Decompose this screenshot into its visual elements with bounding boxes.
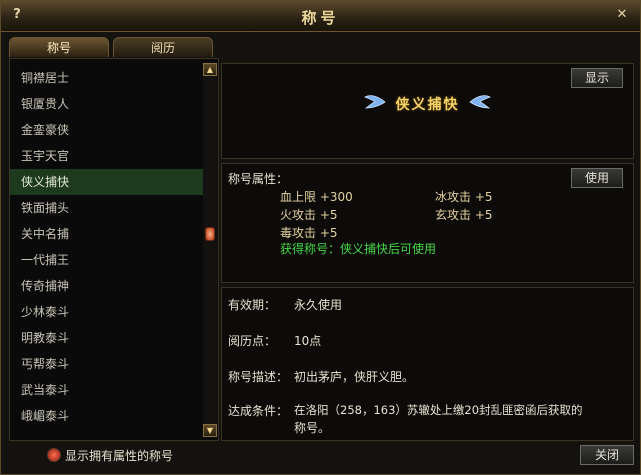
right-wing-icon <box>469 94 492 114</box>
attr-mystic: 玄攻击 +5 <box>435 208 493 222</box>
use-button[interactable]: 使用 <box>571 168 623 188</box>
list-scrollbar[interactable]: ▲ ▼ <box>203 63 217 437</box>
tab-titles[interactable]: 称号 <box>9 37 109 57</box>
list-item[interactable]: 明教泰斗 <box>10 325 204 351</box>
list-item[interactable]: 关中名捕 <box>10 221 204 247</box>
condition-line-2: 称号。 <box>294 421 331 435</box>
list-item[interactable]: 金銮豪侠 <box>10 117 204 143</box>
scroll-down-icon[interactable]: ▼ <box>203 424 217 437</box>
attr-poison: 毒攻击 +5 <box>280 226 338 240</box>
title-window: ? 称号 ✕ 称号 阅历 铜襟居士 银厦贵人 金銮豪侠 玉宇天官 侠义捕快 铁面… <box>0 0 641 475</box>
list-item[interactable]: 铁面捕头 <box>10 195 204 221</box>
list-item[interactable]: 武当泰斗 <box>10 377 204 403</box>
scroll-up-icon[interactable]: ▲ <box>203 63 217 76</box>
description-label: 称号描述： <box>228 370 289 384</box>
validity-value: 永久使用 <box>294 298 343 312</box>
list-item[interactable]: 铜襟居士 <box>10 65 204 91</box>
tab-experience[interactable]: 阅历 <box>113 37 213 57</box>
list-item[interactable]: 银厦贵人 <box>10 91 204 117</box>
obtain-hint: 获得称号：侠义捕快后可使用 <box>280 242 437 256</box>
attr-ice: 冰攻击 +5 <box>435 190 493 204</box>
close-icon[interactable]: ✕ <box>614 7 630 23</box>
title-list-panel: 铜襟居士 银厦贵人 金銮豪侠 玉宇天官 侠义捕快 铁面捕头 关中名捕 一代捕王 … <box>9 58 219 441</box>
list-item[interactable]: 峨嵋泰斗 <box>10 403 204 429</box>
title-badge: 侠义捕快 <box>222 94 633 114</box>
attributes-panel: 称号属性： 使用 血上限 +300 冰攻击 +5 火攻击 +5 玄攻击 +5 毒… <box>221 163 634 283</box>
list-item-selected[interactable]: 侠义捕快 <box>10 169 204 195</box>
attributes-heading: 称号属性： <box>228 172 289 186</box>
badge-text: 侠义捕快 <box>395 97 460 113</box>
list-item[interactable]: 玉宇天官 <box>10 143 204 169</box>
title-list: 铜襟居士 银厦贵人 金銮豪侠 玉宇天官 侠义捕快 铁面捕头 关中名捕 一代捕王 … <box>10 65 204 429</box>
points-value: 10点 <box>294 334 322 348</box>
close-button[interactable]: 关闭 <box>580 445 634 465</box>
attr-blood: 血上限 +300 <box>280 190 353 204</box>
condition-line-1: 在洛阳（258，163）苏辙处上缴20封乱匪密函后获取的 <box>294 403 583 417</box>
list-item[interactable]: 少林泰斗 <box>10 299 204 325</box>
filter-label: 显示拥有属性的称号 <box>65 449 174 463</box>
window-title: 称号 <box>301 9 340 27</box>
condition-label: 达成条件： <box>228 404 289 418</box>
filter-radio[interactable] <box>47 448 61 462</box>
show-button[interactable]: 显示 <box>571 68 623 88</box>
list-item[interactable]: 一代捕王 <box>10 247 204 273</box>
left-wing-icon <box>363 94 386 114</box>
details-panel: 有效期： 永久使用 阅历点： 10点 称号描述： 初出茅庐，侠肝义胆。 达成条件… <box>221 287 634 441</box>
footer-bar: 显示拥有属性的称号 关闭 <box>9 444 634 468</box>
list-item[interactable]: 丐帮泰斗 <box>10 351 204 377</box>
title-preview-panel: 显示 侠义捕快 <box>221 63 634 159</box>
list-item[interactable]: 传奇捕神 <box>10 273 204 299</box>
scroll-thumb[interactable] <box>205 227 215 241</box>
validity-label: 有效期： <box>228 298 277 312</box>
description-value: 初出茅庐，侠肝义胆。 <box>294 370 415 384</box>
attr-fire: 火攻击 +5 <box>280 208 338 222</box>
points-label: 阅历点： <box>228 334 277 348</box>
title-bar: ? 称号 ✕ <box>1 1 640 32</box>
